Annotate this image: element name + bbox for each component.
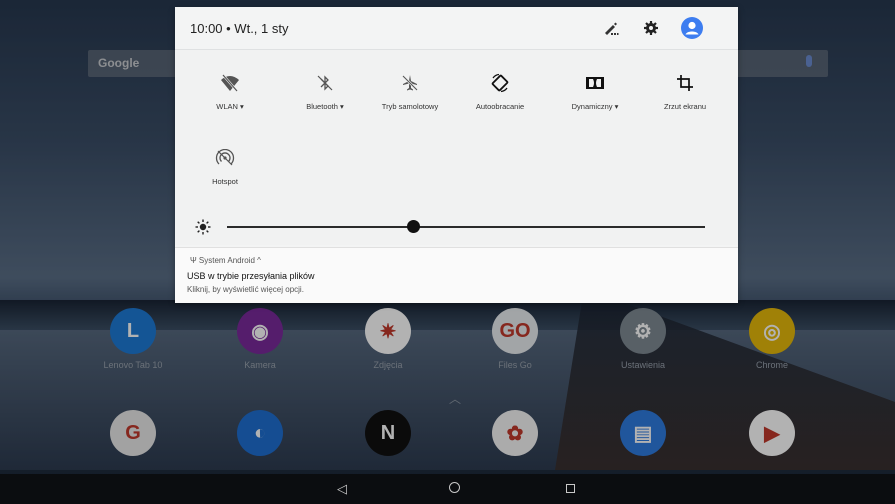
usb-notification[interactable]: Ψ System Android ^ USB w trybie przesyła… [175,247,738,303]
tile-bluetooth[interactable]: Bluetooth ▾ [285,70,365,111]
tile-label: Zrzut ekranu [663,102,707,111]
brightness-sun-icon [195,219,211,235]
brightness-slider-track[interactable] [227,226,705,228]
tile-hotspot[interactable]: Hotspot [185,145,265,186]
recents-icon[interactable] [566,484,575,493]
notification-text: Kliknij, by wyświetlić więcej opcji. [187,285,304,294]
brightness-control [175,213,738,241]
tile-label: Dynamiczny ▾ [571,102,619,111]
wifi-off-icon [190,70,270,96]
tile-label: Hotspot [212,177,238,186]
usb-icon: Ψ [190,256,197,265]
tile-zrzut-ekranu[interactable]: Zrzut ekranu [645,70,725,111]
auto-rotate-icon [460,70,540,96]
notification-app-name: Ψ System Android ^ [190,256,261,265]
tile-label: Bluetooth ▾ [306,102,344,111]
settings-gear-icon[interactable] [642,19,660,37]
crop-screenshot-icon [645,70,725,96]
tile-wlan[interactable]: WLAN ▾ [190,70,270,111]
navigation-bar: ◁ [0,474,895,504]
bluetooth-off-icon [285,70,365,96]
notification-shade: 10:00 • Wt., 1 sty WLAN ▾ Bluetooth ▾ Tryb… [175,7,738,303]
tile-tryb-samolotowy[interactable]: Tryb samolotowy [370,70,450,111]
tile-label: Tryb samolotowy [381,102,439,111]
dolby-icon [555,70,635,96]
brightness-slider-thumb[interactable] [407,220,421,233]
notification-title: USB w trybie przesyłania plików [187,271,315,281]
tile-autoobracanie[interactable]: Autoobracanie [460,70,540,111]
home-icon[interactable] [449,482,460,493]
edit-icon[interactable] [602,19,620,37]
tile-label: Autoobracanie [475,102,525,111]
tile-dynamiczny[interactable]: Dynamiczny ▾ [555,70,635,111]
clock-date: 10:00 • Wt., 1 sty [190,21,289,36]
quick-settings-header: 10:00 • Wt., 1 sty [175,7,738,50]
hotspot-off-icon [185,145,265,171]
user-avatar-icon[interactable] [681,17,703,39]
tile-label: WLAN ▾ [216,102,244,111]
airplane-icon [370,70,450,96]
back-icon[interactable]: ◁ [337,481,347,497]
